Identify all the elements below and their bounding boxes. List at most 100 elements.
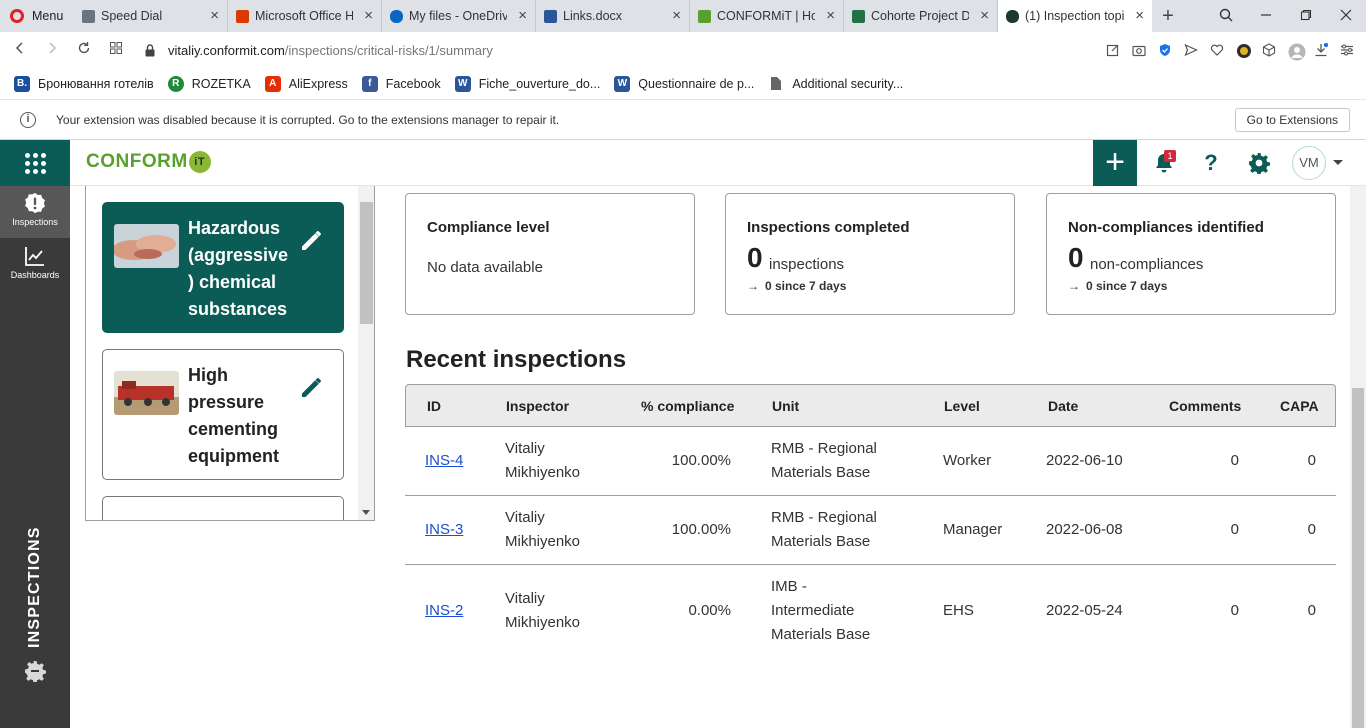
edit-icon[interactable] bbox=[299, 227, 325, 253]
column-header-inspector[interactable]: Inspector bbox=[506, 398, 569, 414]
column-header-unit[interactable]: Unit bbox=[772, 398, 799, 414]
conformit-icon bbox=[698, 9, 711, 23]
opera-logo-icon bbox=[10, 9, 24, 23]
close-window-icon[interactable] bbox=[1326, 8, 1366, 24]
opera-menu-button[interactable]: Menu bbox=[0, 0, 74, 32]
unit-cell: IMB - Intermediate Materials Base bbox=[771, 578, 871, 643]
nav-item-dashboards[interactable]: Dashboards bbox=[0, 239, 70, 291]
heart-icon[interactable] bbox=[1210, 43, 1224, 57]
edit-page-icon[interactable] bbox=[1106, 43, 1120, 57]
camera-icon[interactable] bbox=[1132, 43, 1146, 57]
close-tab-icon[interactable]: × bbox=[980, 8, 989, 23]
close-tab-icon[interactable]: × bbox=[1135, 8, 1144, 23]
extension-infobar: i Your extension was disabled because it… bbox=[0, 101, 1366, 140]
inspections-card: Inspections completed 0 inspections → 0 s… bbox=[725, 193, 1015, 315]
nav-label: Inspections bbox=[12, 217, 58, 227]
reload-icon[interactable] bbox=[68, 41, 100, 60]
card-count: 0 bbox=[1068, 242, 1084, 273]
table-row[interactable]: INS-2 Vitaliy Mikhiyenko 0.00% IMB - Inter… bbox=[405, 565, 1336, 657]
url-field[interactable]: vitaliy.conformit.com/inspections/critic… bbox=[168, 43, 493, 58]
app-launcher-button[interactable] bbox=[0, 140, 70, 186]
topic-card[interactable] bbox=[102, 496, 344, 520]
bookmark-item[interactable]: B. Бронювання готелів bbox=[14, 75, 154, 92]
browser-tab[interactable]: CONFORMiT | Hon × bbox=[690, 0, 844, 32]
settings-button[interactable] bbox=[1248, 152, 1270, 175]
inspection-id-link[interactable]: INS-2 bbox=[425, 599, 463, 623]
lock-icon[interactable] bbox=[144, 44, 156, 57]
alert-circle-icon bbox=[25, 192, 45, 214]
shield-check-icon[interactable] bbox=[1158, 43, 1172, 57]
bookmark-item[interactable]: Additional security... bbox=[768, 75, 904, 92]
bookmark-label: Additional security... bbox=[792, 76, 904, 91]
browser-tab-active[interactable]: (1) Inspection topic × bbox=[998, 0, 1152, 32]
new-tab-button[interactable]: + bbox=[1152, 5, 1184, 28]
minimize-icon[interactable] bbox=[1246, 8, 1286, 24]
tab-label: Microsoft Office H bbox=[255, 9, 353, 23]
table-row[interactable]: INS-3 Vitaliy Mikhiyenko 100.00% RMB - Re… bbox=[405, 496, 1336, 565]
edit-icon[interactable] bbox=[299, 374, 325, 400]
forward-icon[interactable] bbox=[36, 41, 68, 60]
restore-icon[interactable] bbox=[1286, 8, 1326, 24]
chevron-down-icon[interactable] bbox=[1333, 160, 1343, 165]
close-tab-icon[interactable]: × bbox=[364, 8, 373, 23]
notifications-button[interactable]: 1 bbox=[1153, 150, 1176, 174]
sharepoint-icon bbox=[852, 9, 865, 23]
compliance-card: Compliance level No data available bbox=[405, 193, 695, 315]
add-button[interactable]: + bbox=[1093, 140, 1137, 186]
send-icon[interactable] bbox=[1184, 43, 1198, 57]
page-scrollbar[interactable] bbox=[1350, 186, 1366, 728]
search-tabs-icon[interactable] bbox=[1206, 8, 1246, 25]
date-cell: 2022-06-10 bbox=[1046, 452, 1123, 469]
bookmark-item[interactable]: W Questionnaire de p... bbox=[614, 75, 754, 92]
speed-dial-icon bbox=[82, 9, 95, 23]
topic-card[interactable]: High pressure cementing equipment bbox=[102, 349, 344, 480]
column-header-id[interactable]: ID bbox=[427, 398, 441, 414]
card-value: No data available bbox=[427, 259, 543, 276]
page-scrollbar-thumb[interactable] bbox=[1352, 388, 1364, 728]
browser-tab[interactable]: Links.docx × bbox=[536, 0, 690, 32]
conformit-logo[interactable]: CONFORM iT bbox=[86, 151, 211, 173]
inspection-id-link[interactable]: INS-4 bbox=[425, 449, 463, 473]
scrollbar-thumb[interactable] bbox=[360, 202, 373, 324]
easy-setup-icon[interactable] bbox=[1340, 43, 1354, 57]
inspector-cell: Vitaliy Mikhiyenko bbox=[505, 509, 581, 550]
back-icon[interactable] bbox=[4, 41, 36, 60]
inspection-id-link[interactable]: INS-3 bbox=[425, 518, 463, 542]
go-to-extensions-button[interactable]: Go to Extensions bbox=[1234, 108, 1350, 132]
column-header-date[interactable]: Date bbox=[1048, 398, 1078, 414]
topic-list-scrollbar[interactable] bbox=[358, 186, 374, 520]
gear-icon[interactable] bbox=[24, 660, 46, 682]
column-header-level[interactable]: Level bbox=[944, 398, 980, 414]
user-avatar[interactable]: VM bbox=[1292, 146, 1326, 180]
close-tab-icon[interactable]: × bbox=[826, 8, 835, 23]
browser-tab[interactable]: Microsoft Office H × bbox=[228, 0, 382, 32]
nav-item-inspections[interactable]: Inspections bbox=[0, 186, 70, 238]
help-button[interactable]: ? bbox=[1200, 152, 1222, 174]
bookmark-label: Facebook bbox=[385, 76, 441, 91]
bookmark-item[interactable]: W Fiche_ouverture_do... bbox=[454, 75, 600, 92]
box-icon[interactable] bbox=[1262, 43, 1276, 57]
bookmark-item[interactable]: f Facebook bbox=[361, 75, 441, 92]
topic-card-selected[interactable]: Hazardous (aggressive) chemical substances bbox=[102, 202, 344, 333]
download-icon[interactable] bbox=[1314, 42, 1329, 57]
column-header-comments[interactable]: Comments bbox=[1169, 398, 1241, 414]
tabs-grid-icon[interactable] bbox=[100, 41, 132, 60]
card-trend: → 0 since 7 days bbox=[747, 279, 846, 293]
column-header-compliance[interactable]: % compliance bbox=[641, 398, 734, 414]
info-icon: i bbox=[20, 112, 36, 128]
close-tab-icon[interactable]: × bbox=[210, 8, 219, 23]
browser-tab[interactable]: Cohorte Project De × bbox=[844, 0, 998, 32]
close-tab-icon[interactable]: × bbox=[672, 8, 681, 23]
close-tab-icon[interactable]: × bbox=[518, 8, 527, 23]
browser-tab[interactable]: Speed Dial × bbox=[74, 0, 228, 32]
browser-tab[interactable]: My files - OneDriv × bbox=[382, 0, 536, 32]
address-bar: vitaliy.conformit.com/inspections/critic… bbox=[0, 32, 1366, 68]
wallet-icon[interactable] bbox=[1236, 43, 1251, 58]
bookmark-item[interactable]: A AliExpress bbox=[264, 75, 348, 92]
profile-icon[interactable] bbox=[1288, 43, 1306, 61]
scroll-down-icon[interactable] bbox=[362, 510, 370, 515]
bookmark-label: AliExpress bbox=[288, 76, 348, 91]
table-row[interactable]: INS-4 Vitaliy Mikhiyenko 100.00% RMB - Re… bbox=[405, 427, 1336, 496]
bookmark-item[interactable]: R ROZETKA bbox=[167, 75, 251, 92]
column-header-capa[interactable]: CAPA bbox=[1280, 398, 1319, 414]
